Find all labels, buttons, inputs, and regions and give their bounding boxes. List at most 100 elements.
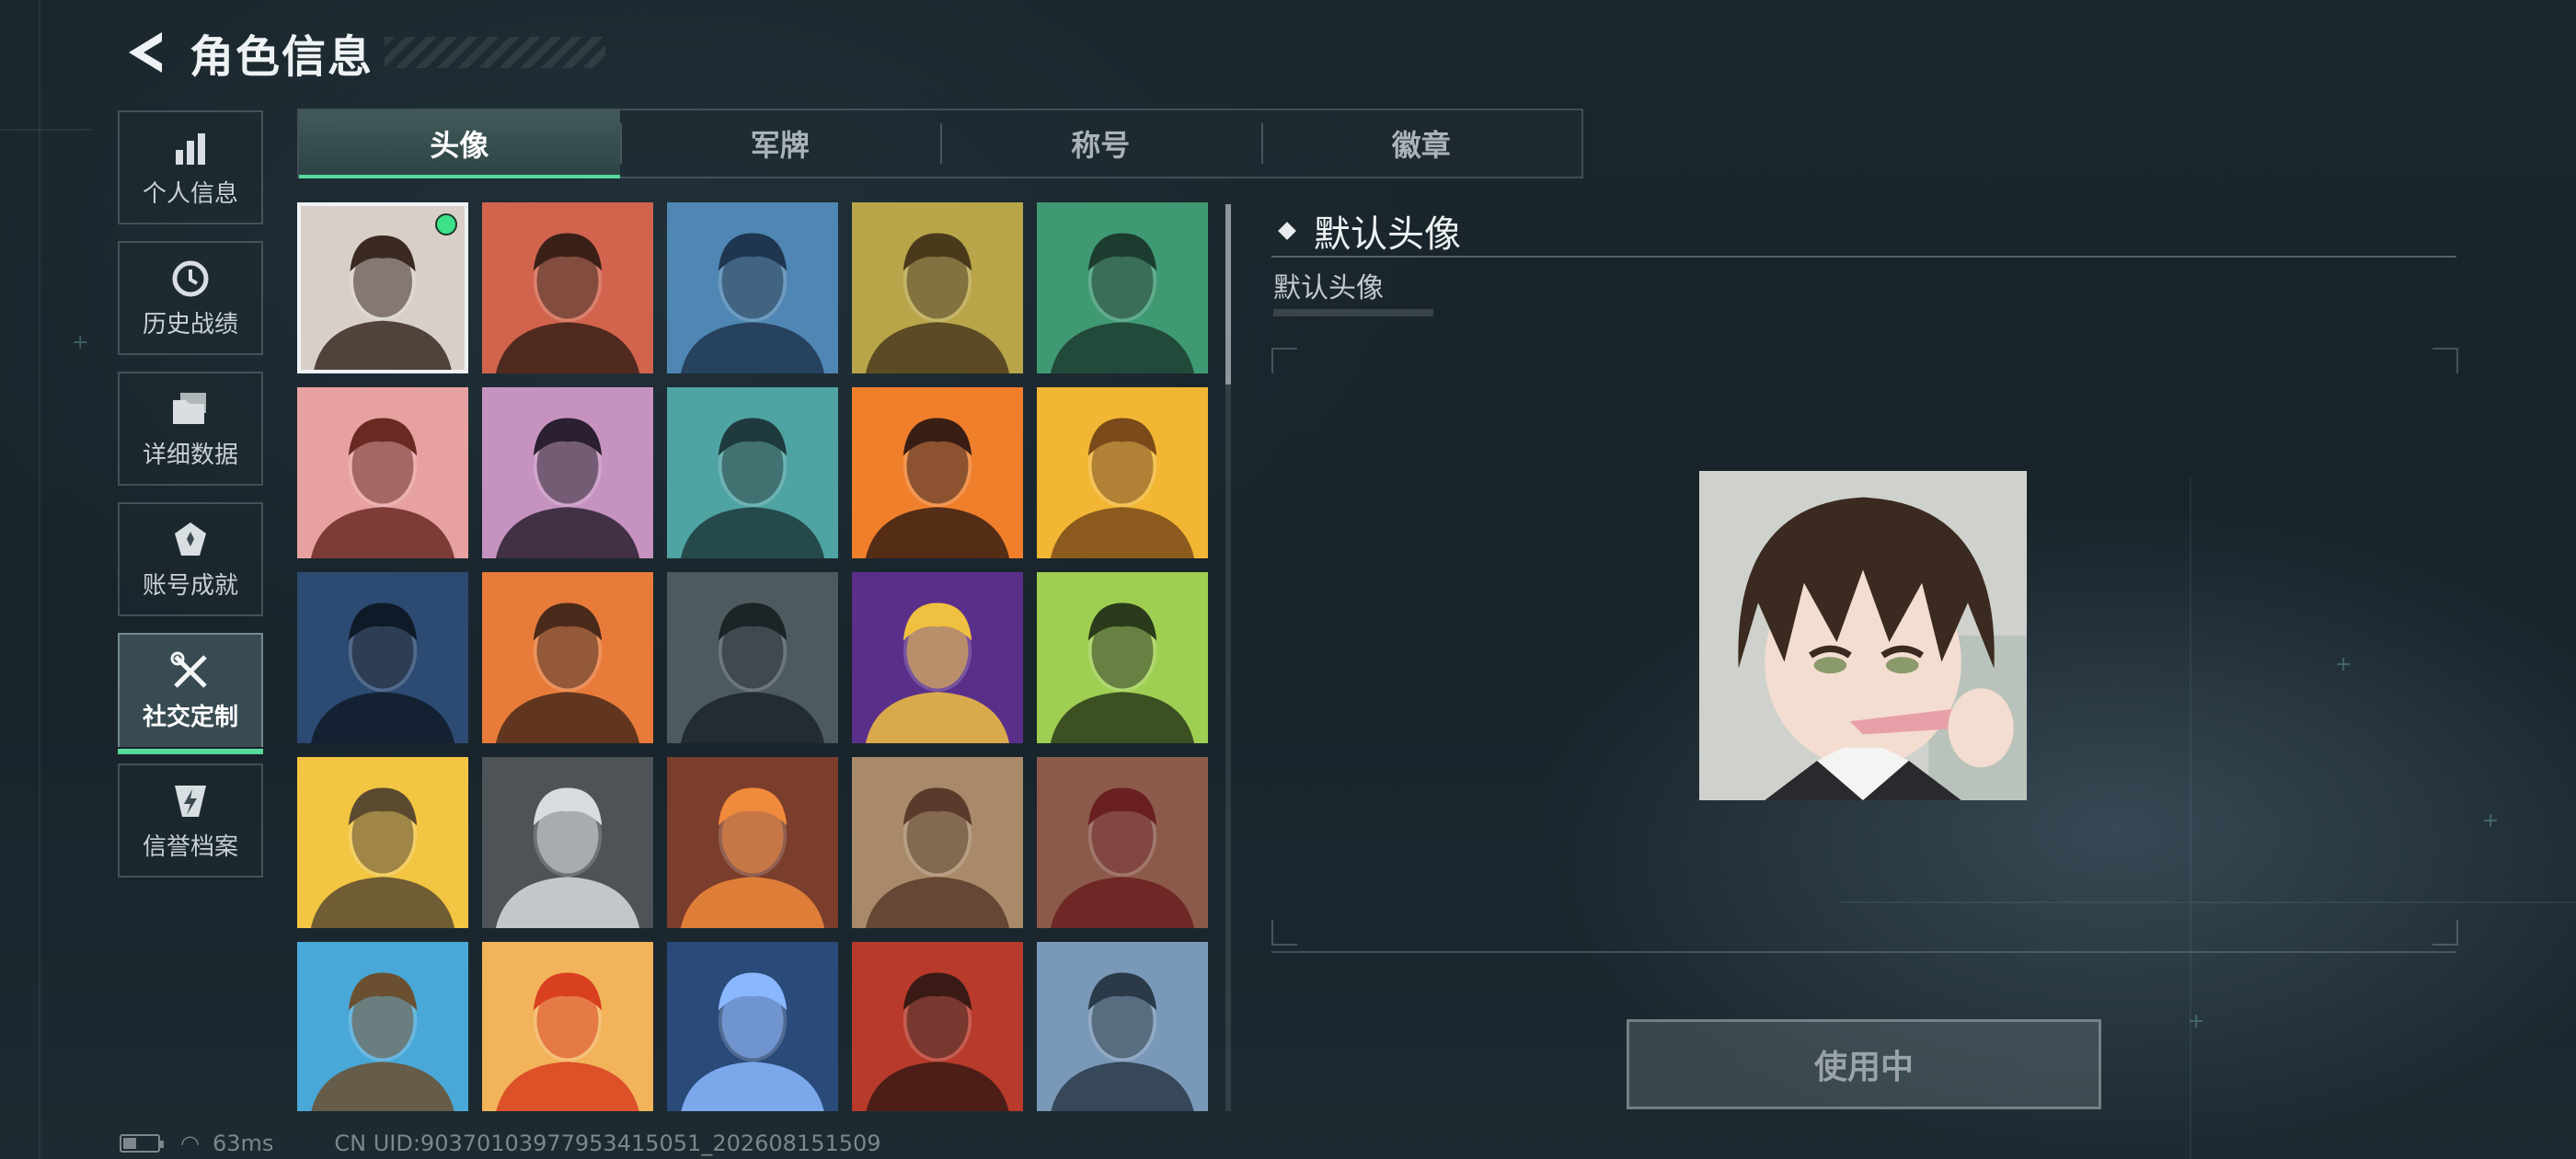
avatar-fries-mascot[interactable] — [482, 942, 653, 1111]
nav-item-personal-info[interactable]: 个人信息 — [118, 110, 263, 224]
nav-label: 个人信息 — [142, 179, 238, 208]
deco-plus: + — [2482, 809, 2500, 832]
scroll-thumb[interactable] — [1225, 204, 1231, 384]
avatar-grid-scrollbar[interactable] — [1225, 204, 1231, 1111]
avatar-image — [667, 942, 838, 1111]
avatar-image — [1037, 387, 1208, 558]
avatar-image — [297, 387, 468, 558]
in-use-button[interactable]: 使用中 — [1627, 1019, 2101, 1109]
avatar-triangle-emblem[interactable] — [1037, 387, 1208, 558]
avatar-image — [667, 572, 838, 743]
divider — [1271, 951, 2456, 953]
tab-badge[interactable]: 徽章 — [1260, 110, 1582, 177]
folder-icon — [169, 388, 212, 430]
history-clock-icon — [169, 258, 212, 300]
divider — [1271, 256, 2456, 258]
avatar-image — [482, 202, 653, 373]
frame-corner — [2432, 920, 2458, 946]
avatar-image — [482, 757, 653, 928]
avatar-drone-operator[interactable] — [482, 572, 653, 743]
avatar-cap-soldier[interactable] — [482, 202, 653, 373]
avatar-image — [852, 387, 1023, 558]
avatar-image — [482, 572, 653, 743]
bar-chart-icon — [169, 127, 212, 169]
ping-value: 63ms — [212, 1130, 274, 1156]
avatar-image — [852, 202, 1023, 373]
avatar-anime-boy[interactable] — [297, 202, 468, 373]
avatar-preview — [1699, 471, 2027, 800]
shield-lightning-icon — [169, 780, 212, 822]
avatar-image — [482, 387, 653, 558]
deco-plus: + — [72, 331, 89, 354]
status-bar: ◠ 63ms CN UID:90370103977953415051_20260… — [120, 1130, 881, 1157]
avatar-exit-door[interactable] — [1037, 572, 1208, 743]
avatar-image — [1037, 942, 1208, 1111]
tab-dog-tag[interactable]: 军牌 — [619, 110, 941, 177]
avatar-image — [482, 942, 653, 1111]
detail-sub-decoration — [1273, 309, 1433, 316]
deco-plus: + — [2335, 653, 2352, 676]
category-tabs: 头像 军牌 称号 徽章 — [297, 109, 1583, 178]
in-use-indicator — [435, 213, 457, 235]
avatar-image — [1037, 572, 1208, 743]
avatar-image — [297, 942, 468, 1111]
avatar-party-man[interactable] — [297, 942, 468, 1111]
avatar-scales-shield[interactable] — [1037, 757, 1208, 928]
avatar-lightning-tube[interactable] — [667, 942, 838, 1111]
avatar-mountain-view[interactable] — [1037, 942, 1208, 1111]
nav-item-achievements[interactable]: 账号成就 — [118, 502, 263, 616]
nav-label: 历史战绩 — [142, 310, 238, 339]
frame-corner — [1271, 348, 1297, 373]
detail-title: 默认头像 — [1314, 213, 1461, 256]
avatar-green-headset[interactable] — [1037, 202, 1208, 373]
detail-header: 默认头像 — [1278, 204, 1461, 258]
nav-item-credit-record[interactable]: 信誉档案 — [118, 763, 263, 878]
nav-item-detailed-data[interactable]: 详细数据 — [118, 372, 263, 486]
nav-item-match-history[interactable]: 历史战绩 — [118, 241, 263, 355]
avatar-image — [667, 757, 838, 928]
avatar-image — [297, 572, 468, 743]
detail-subtitle: 默认头像 — [1273, 272, 1384, 304]
back-arrow-icon — [129, 32, 162, 73]
avatar-image — [852, 757, 1023, 928]
avatar-space-book[interactable] — [852, 572, 1023, 743]
avatar-sniper-scope[interactable] — [667, 572, 838, 743]
deco-plus: + — [2188, 1010, 2205, 1033]
avatar-image — [1037, 757, 1208, 928]
frame-corner — [1271, 920, 1297, 946]
avatar-image — [852, 942, 1023, 1111]
frame-corner — [2432, 348, 2458, 373]
achievement-icon — [169, 519, 212, 561]
uid-text: CN UID:90370103977953415051_202608151509 — [334, 1130, 881, 1156]
avatar-crystal-hand[interactable] — [482, 757, 653, 928]
wifi-icon: ◠ — [180, 1130, 200, 1156]
nav-item-social-custom[interactable]: 社交定制 — [118, 633, 263, 754]
avatar-pilot-woman[interactable] — [667, 202, 838, 373]
nav-label: 信誉档案 — [142, 832, 238, 861]
side-nav: 个人信息 历史战绩 详细数据 账号成就 社交定制 信誉档案 — [118, 110, 265, 894]
avatar-masked-orange[interactable] — [852, 387, 1023, 558]
avatar-image — [667, 387, 838, 558]
nav-label: 社交定制 — [142, 703, 238, 731]
avatar-robot-noodles[interactable] — [297, 757, 468, 928]
avatar-image — [667, 202, 838, 373]
tools-icon — [169, 650, 212, 693]
avatar-image — [852, 572, 1023, 743]
avatar-red-hair-woman[interactable] — [852, 942, 1023, 1111]
avatar-feather[interactable] — [667, 757, 838, 928]
avatar-teal-glasses[interactable] — [667, 387, 838, 558]
back-button[interactable] — [120, 27, 171, 78]
avatar-bald-headset[interactable] — [852, 202, 1023, 373]
nav-label: 账号成就 — [142, 571, 238, 600]
avatar-white-hair-girl[interactable] — [482, 387, 653, 558]
tab-title[interactable]: 称号 — [940, 110, 1261, 177]
battery-icon — [120, 1134, 164, 1153]
avatar-image — [1037, 202, 1208, 373]
diamond-icon — [1278, 222, 1296, 240]
title-decoration — [385, 37, 606, 68]
tab-avatar[interactable]: 头像 — [299, 110, 620, 178]
page-title: 角色信息 — [190, 31, 374, 83]
avatar-night-soldier[interactable] — [297, 572, 468, 743]
avatar-wrecked-truck[interactable] — [852, 757, 1023, 928]
avatar-red-helmet[interactable] — [297, 387, 468, 558]
